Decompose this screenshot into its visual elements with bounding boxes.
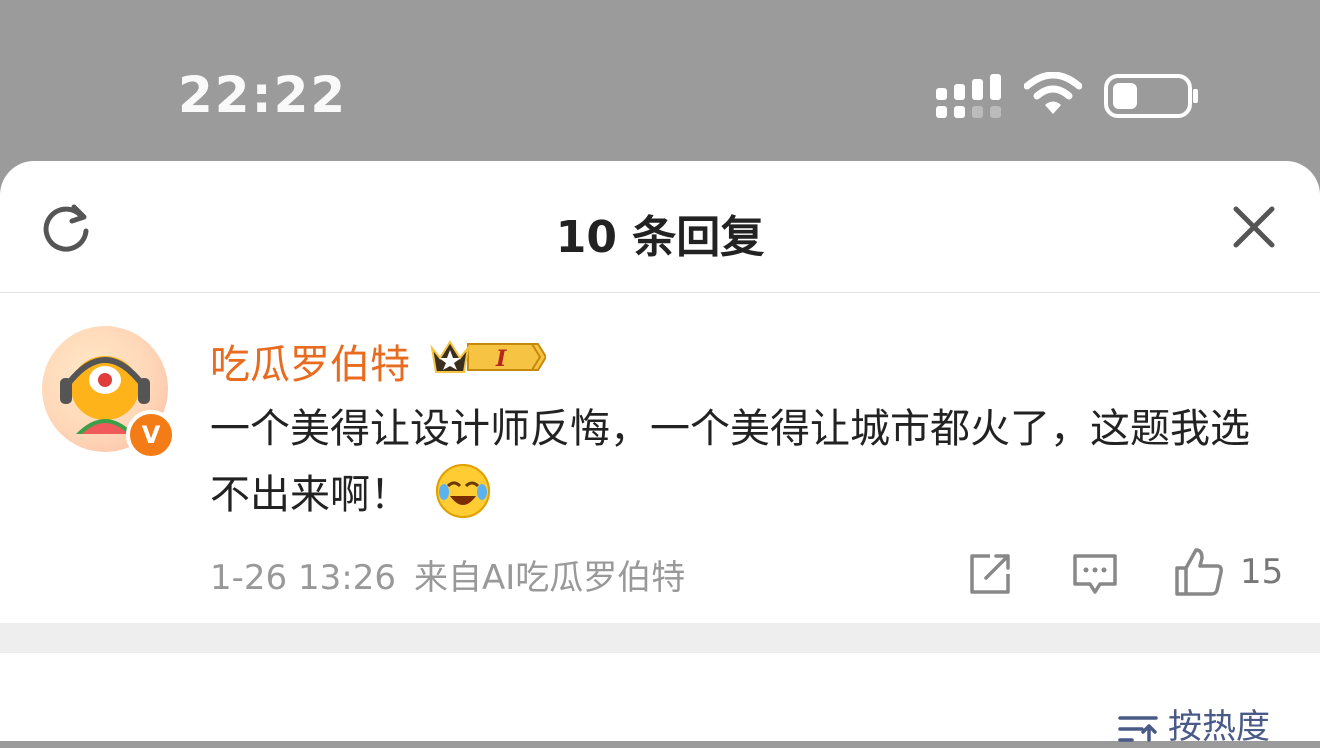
battery-icon (1104, 74, 1198, 118)
status-bar: 22:22 (0, 0, 1320, 162)
sheet-header: 10 条回复 (0, 161, 1320, 293)
comment-date: 1-26 13:26 (210, 558, 396, 598)
verified-badge: V (126, 410, 176, 460)
replies-sheet: 10 条回复 V 吃瓜罗伯特 I 一个美得让设计师反悔，一个美得让城市都火了，这… (0, 161, 1320, 747)
crown-level-badge-icon: I (430, 340, 546, 373)
laughing-tears-emoji-icon (436, 464, 490, 518)
comment-source: 来自AI吃瓜罗伯特 (413, 558, 686, 598)
comment-item: V 吃瓜罗伯特 I 一个美得让设计师反悔，一个美得让城市都火了，这题我选不出来啊… (0, 292, 1320, 622)
like-count: 15 (1240, 552, 1284, 592)
sort-icon (1118, 715, 1158, 742)
level-badge-text: I (495, 346, 507, 372)
close-icon[interactable] (1230, 203, 1278, 251)
comment-reply-icon[interactable] (1072, 552, 1118, 596)
comment-meta: 1-26 13:26 来自AI吃瓜罗伯特 (210, 550, 685, 599)
comment-text: 一个美得让设计师反悔，一个美得让城市都火了，这题我选不出来啊！ (210, 396, 1270, 528)
sort-toggle[interactable]: 按热度 (1118, 699, 1270, 748)
status-time: 22:22 (178, 66, 348, 124)
comment-body: 一个美得让设计师反悔，一个美得让城市都火了，这题我选不出来啊！ (210, 406, 1250, 518)
username[interactable]: 吃瓜罗伯特 (210, 332, 410, 390)
share-icon[interactable] (968, 552, 1012, 596)
page-title: 10 条回复 (555, 212, 765, 263)
cellular-signal-icon (936, 74, 1001, 118)
sort-label: 按热度 (1168, 707, 1270, 747)
wifi-icon (1024, 72, 1082, 114)
section-divider (0, 623, 1320, 653)
like-thumb-icon[interactable] (1174, 546, 1224, 598)
